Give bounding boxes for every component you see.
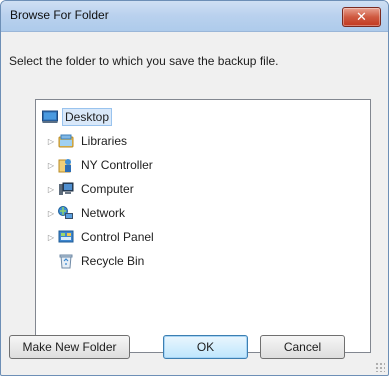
window-title: Browse For Folder [10,8,109,22]
recycle-bin-icon [58,253,74,269]
folder-tree[interactable]: Desktop ▷ Libraries ▷ NY Controller ▷ Co… [35,99,371,353]
ok-button[interactable]: OK [163,335,248,359]
tree-item-label: Libraries [81,134,128,148]
tree-item-ny-controller[interactable]: ▷ NY Controller [46,155,155,175]
expand-arrow-icon[interactable]: ▷ [46,185,56,194]
cancel-button[interactable]: Cancel [260,335,345,359]
expand-arrow-icon[interactable]: ▷ [46,233,56,242]
tree-item-label: Recycle Bin [81,254,145,268]
tree-item-label: Control Panel [81,230,154,244]
tree-item-label: Computer [81,182,134,196]
tree-item-label: Desktop [61,108,113,126]
make-new-folder-button[interactable]: Make New Folder [9,335,130,359]
tree-item-label: NY Controller [81,158,153,172]
tree-item-recycle-bin[interactable]: Recycle Bin [58,251,146,271]
libraries-icon [58,133,74,149]
title-bar[interactable]: Browse For Folder ✕ [1,1,388,32]
expand-arrow-icon[interactable]: ▷ [46,161,56,170]
control-panel-icon [58,229,74,245]
tree-item-control-panel[interactable]: ▷ Control Panel [46,227,156,247]
tree-item-libraries[interactable]: ▷ Libraries [46,131,129,151]
instruction-text: Select the folder to which you save the … [9,54,279,68]
network-icon [58,205,74,221]
tree-item-desktop[interactable]: Desktop [42,107,113,127]
close-button[interactable]: ✕ [342,7,381,27]
close-icon: ✕ [356,9,367,24]
computer-icon [58,181,74,197]
tree-item-network[interactable]: ▷ Network [46,203,127,223]
browse-for-folder-dialog: Browse For Folder ✕ Select the folder to… [0,0,389,376]
expand-arrow-icon[interactable]: ▷ [46,209,56,218]
dialog-content: Select the folder to which you save the … [2,32,387,374]
user-folder-icon [58,157,74,173]
resize-grip[interactable] [375,362,385,372]
tree-item-label: Network [81,206,126,220]
desktop-icon [42,109,58,125]
expand-arrow-icon[interactable]: ▷ [46,137,56,146]
tree-item-computer[interactable]: ▷ Computer [46,179,136,199]
